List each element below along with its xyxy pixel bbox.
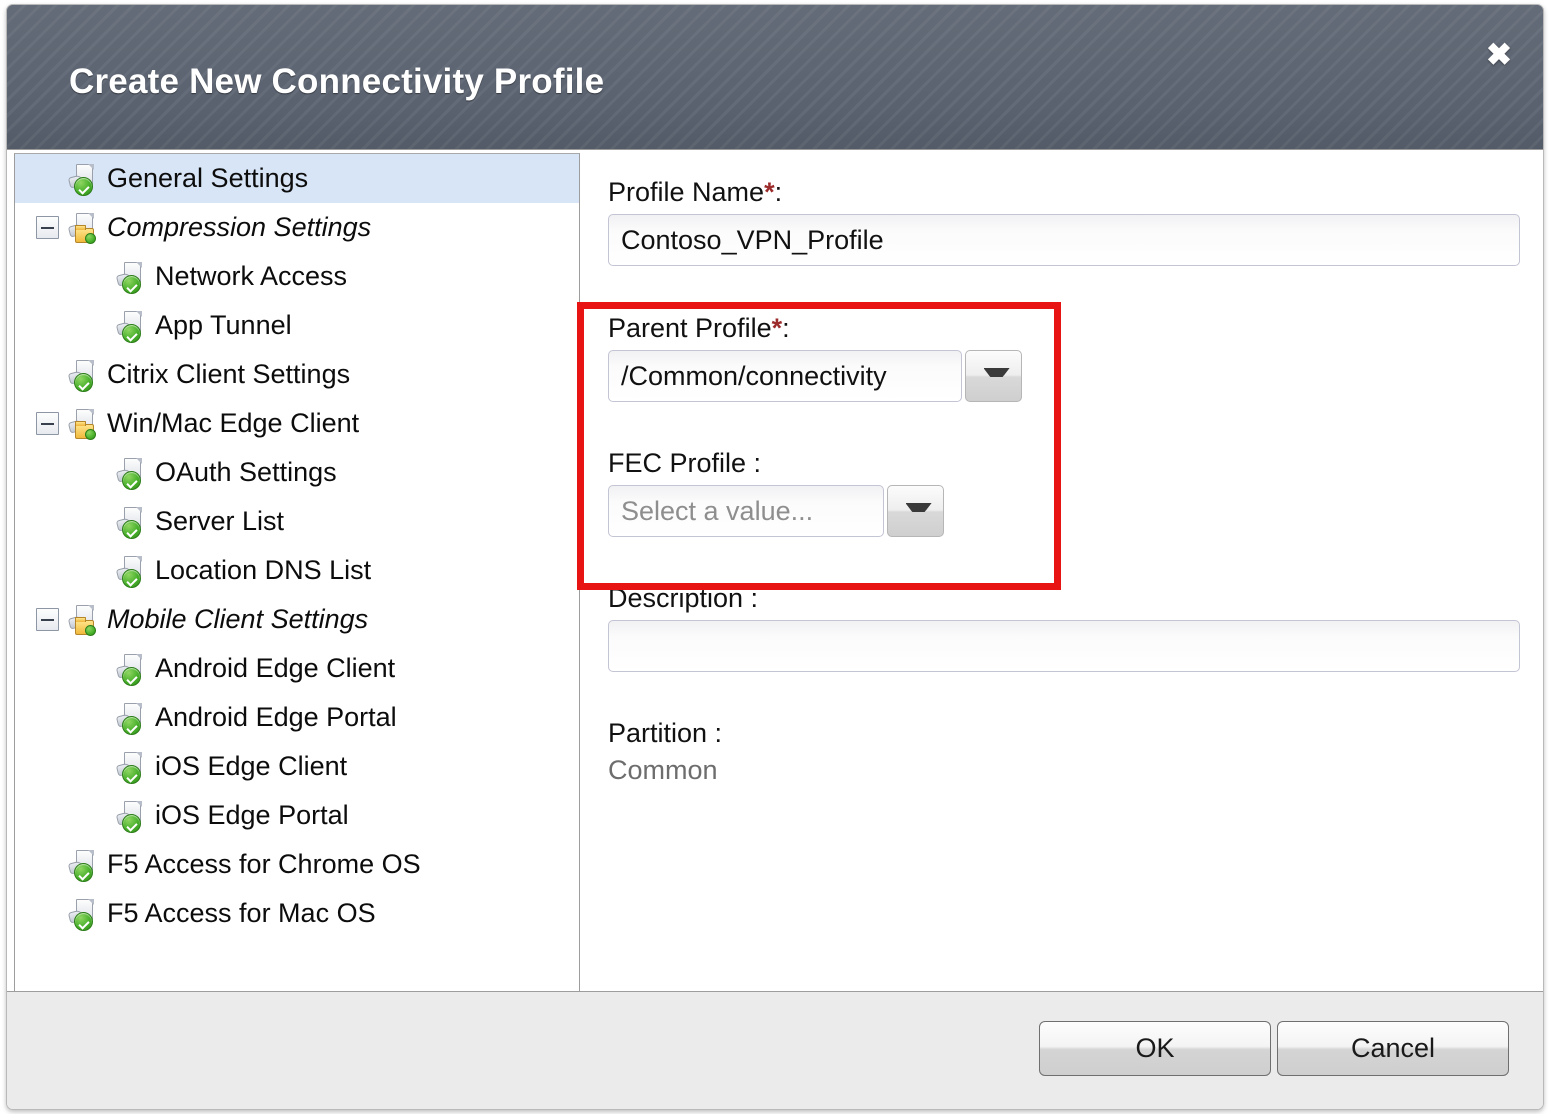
dialog-titlebar: Create New Connectivity Profile ✖ [7,5,1543,150]
parent-profile-label: Parent Profile*: [608,313,1520,344]
fec-profile-select[interactable] [608,485,944,537]
page-check-icon [115,260,149,294]
fec-profile-field-block: FEC Profile : [608,448,1520,537]
tree-item-label: OAuth Settings [155,457,337,487]
expander-minus-icon[interactable] [36,608,59,631]
chevron-down-icon[interactable] [965,350,1022,402]
tree-item-general-settings[interactable]: General Settings [15,154,579,203]
description-label: Description : [608,583,759,613]
page-check-icon [115,554,149,588]
parent-profile-label-text: Parent Profile [608,313,772,343]
profile-name-field-block: Profile Name*: [608,177,1520,266]
tree-item-label: App Tunnel [155,310,292,340]
tree-item-android-edge-client[interactable]: Android Edge Client [15,644,579,693]
tree-item-oauth-settings[interactable]: OAuth Settings [15,448,579,497]
ok-button[interactable]: OK [1039,1021,1271,1076]
page-folder-icon [67,603,101,637]
tree-item-label: Win/Mac Edge Client [107,408,360,438]
profile-name-label: Profile Name*: [608,177,1520,208]
parent-profile-field-block: Parent Profile*: [608,313,1520,402]
tree-item-label: Android Edge Client [155,653,396,683]
tree-item-label: General Settings [107,163,309,193]
tree-item-label: Citrix Client Settings [107,359,351,389]
settings-tree-panel: General Settings Compression Settings Netw… [14,153,580,993]
page-check-icon [115,505,149,539]
dialog-footer: OK Cancel [7,991,1543,1109]
create-connectivity-profile-dialog: Create New Connectivity Profile ✖ Genera… [6,4,1544,1110]
tree-item-network-access[interactable]: Network Access [15,252,579,301]
tree-item-f5-access-for-mac-os[interactable]: F5 Access for Mac OS [15,889,579,938]
profile-name-input[interactable] [608,214,1520,266]
tree-item-ios-edge-portal[interactable]: iOS Edge Portal [15,791,579,840]
page-check-icon [115,750,149,784]
tree-item-f5-access-for-chrome-os[interactable]: F5 Access for Chrome OS [15,840,579,889]
tree-item-label: F5 Access for Chrome OS [107,849,421,879]
tree-item-citrix-client-settings[interactable]: Citrix Client Settings [15,350,579,399]
tree-item-label: iOS Edge Client [155,751,348,781]
chevron-down-icon[interactable] [887,485,944,537]
dialog-body: General Settings Compression Settings Netw… [7,150,1543,993]
page-check-icon [115,701,149,735]
label-colon: : [774,177,783,207]
page-check-icon [67,162,101,196]
tree-item-label: iOS Edge Portal [155,800,349,830]
tree-item-label: Android Edge Portal [155,702,397,732]
label-colon: : [782,313,790,343]
profile-name-label-text: Profile Name [608,177,765,207]
required-asterisk: * [771,313,783,343]
parent-profile-input[interactable] [608,350,962,402]
expander-minus-icon[interactable] [36,216,59,239]
tree-item-label: Server List [155,506,285,536]
page-check-icon [115,309,149,343]
description-input[interactable] [608,620,1520,672]
close-icon[interactable]: ✖ [1477,33,1521,77]
page-check-icon [115,799,149,833]
tree-item-label: Network Access [155,261,348,291]
description-field-block: Description : [608,583,1520,672]
tree-item-label: Location DNS List [155,555,372,585]
dialog-title: Create New Connectivity Profile [69,62,605,101]
page-folder-icon [67,407,101,441]
tree-item-label: Mobile Client Settings [107,604,369,634]
tree-item-ios-edge-client[interactable]: iOS Edge Client [15,742,579,791]
general-settings-form: Profile Name*: Parent Profile*: FEC Prof… [582,153,1536,993]
tree-item-server-list[interactable]: Server List [15,497,579,546]
partition-label: Partition : [608,718,723,748]
fec-profile-input[interactable] [608,485,884,537]
expander-minus-icon[interactable] [36,412,59,435]
parent-profile-select[interactable] [608,350,1022,402]
page-check-icon [67,897,101,931]
tree-item-location-dns-list[interactable]: Location DNS List [15,546,579,595]
partition-field-block: Partition : Common [608,718,1520,786]
required-asterisk: * [764,177,775,207]
cancel-button[interactable]: Cancel [1277,1021,1509,1076]
tree-item-win-mac-edge-client[interactable]: Win/Mac Edge Client [15,399,579,448]
tree-item-android-edge-portal[interactable]: Android Edge Portal [15,693,579,742]
page-check-icon [115,652,149,686]
tree-item-app-tunnel[interactable]: App Tunnel [15,301,579,350]
tree-item-compression-settings[interactable]: Compression Settings [15,203,579,252]
page-check-icon [67,848,101,882]
tree-item-label: F5 Access for Mac OS [107,898,376,928]
partition-value: Common [608,755,718,785]
page-folder-icon [67,211,101,245]
page-check-icon [67,358,101,392]
tree-item-label: Compression Settings [107,212,372,242]
tree-item-mobile-client-settings[interactable]: Mobile Client Settings [15,595,579,644]
fec-profile-label: FEC Profile : [608,448,762,478]
page-check-icon [115,456,149,490]
